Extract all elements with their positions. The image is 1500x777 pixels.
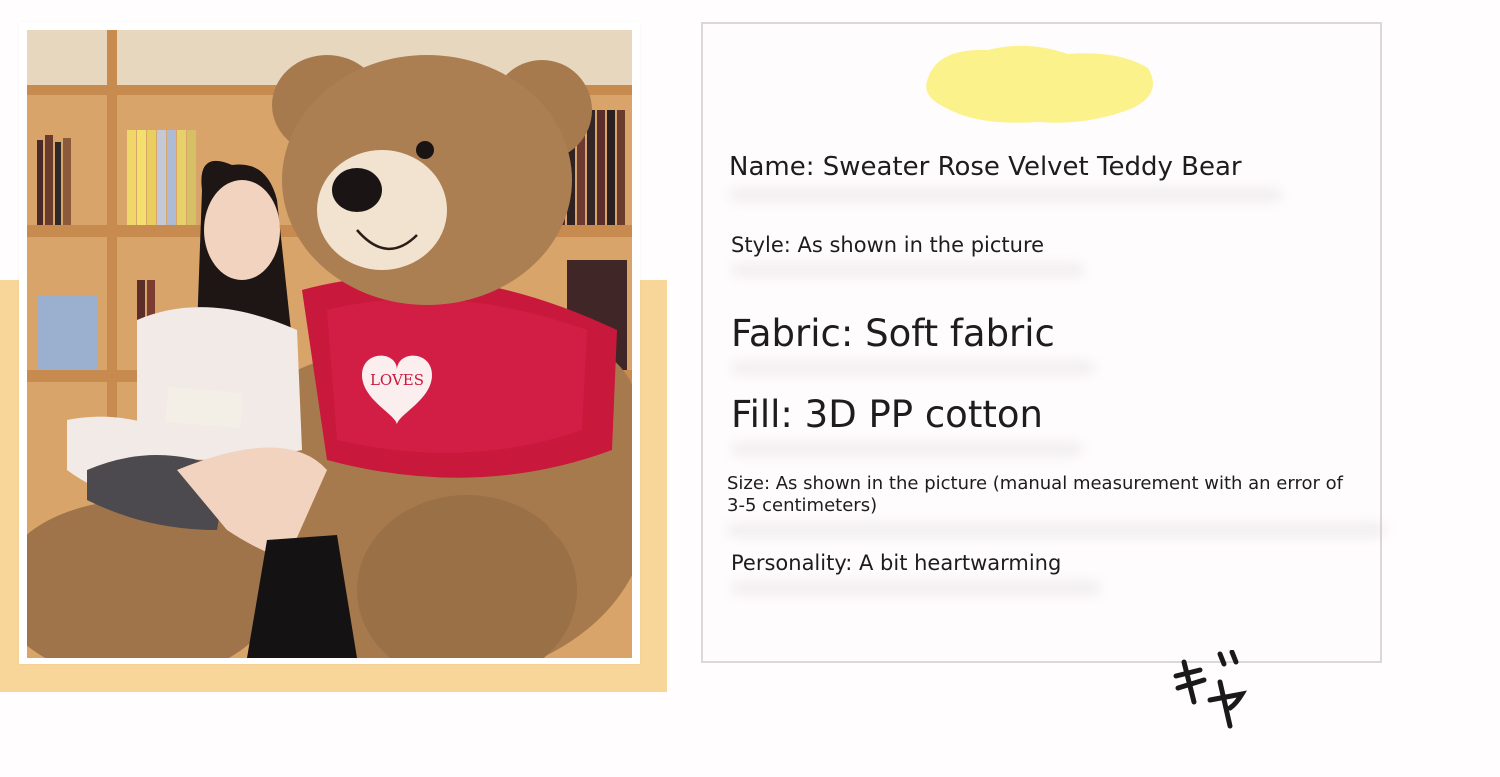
product-name: Name: Sweater Rose Velvet Teddy Bear — [729, 152, 1282, 202]
product-style: Style: As shown in the picture — [731, 233, 1085, 277]
teddy-bear-photo-illustration: LOVES — [27, 30, 632, 658]
sweater-print-text: LOVES — [370, 371, 424, 389]
product-size: Size: As shown in the picture (manual me… — [727, 473, 1387, 537]
product-personality: Personality: A bit heartwarming — [731, 551, 1102, 595]
product-photo-frame: LOVES — [19, 22, 640, 664]
product-photo: LOVES — [27, 30, 632, 658]
product-fabric: Fabric: Soft fabric — [731, 312, 1095, 375]
product-fill: Fill: 3D PP cotton — [731, 393, 1083, 456]
yellow-highlight-blob — [926, 45, 1153, 123]
gya-katakana-scribble-icon — [1173, 650, 1248, 729]
